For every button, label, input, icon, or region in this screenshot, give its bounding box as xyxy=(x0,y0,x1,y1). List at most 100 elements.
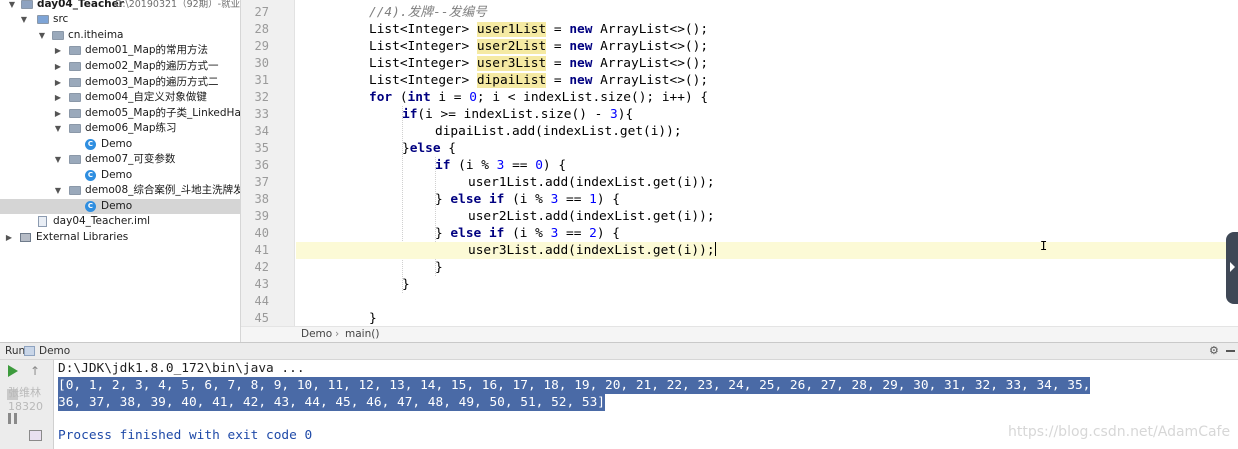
line-number-gutter[interactable]: 27 28 29 30 31 32 33 34 35 36 37 38 39 4… xyxy=(241,0,295,326)
module-folder-icon xyxy=(21,0,33,9)
tree-item-demo06-class[interactable]: C Demo xyxy=(0,137,240,152)
tree-item-label: demo05_Map的子类_LinkedHashMap xyxy=(85,107,241,119)
chevron-down-icon[interactable]: ▼ xyxy=(54,152,62,167)
code-text: } xyxy=(435,260,443,275)
line-number: 30 xyxy=(254,56,269,70)
chevron-right-icon[interactable]: ▶ xyxy=(5,230,13,245)
code-text: List<Integer> user2List = new ArrayList<… xyxy=(369,39,709,54)
chevron-right-icon[interactable]: ▶ xyxy=(54,90,62,105)
code-line[interactable]: } xyxy=(296,276,1238,293)
mouse-ibeam-cursor-icon: I xyxy=(1040,239,1048,253)
code-line[interactable]: dipaiList.add(indexList.get(i)); xyxy=(296,123,1238,140)
breadcrumb-method[interactable]: main() xyxy=(345,327,379,342)
code-text: } else if (i % 3 == 2) { xyxy=(435,226,620,241)
tree-item-label: day04_Teacher.iml xyxy=(53,215,151,227)
code-line[interactable]: for (int i = 0; i < indexList.size(); i+… xyxy=(296,89,1238,106)
line-number: 27 xyxy=(254,5,269,19)
tree-item-demo01[interactable]: ▶ demo01_Map的常用方法 xyxy=(0,43,240,58)
code-line[interactable]: user1List.add(indexList.get(i)); xyxy=(296,174,1238,191)
tree-item-label: Demo xyxy=(101,169,133,181)
run-tool-window-header: Run Demo ⚙ xyxy=(0,342,1238,360)
breadcrumb-separator: › xyxy=(335,328,340,340)
blog-watermark: https://blog.csdn.net/AdamCafe xyxy=(1008,424,1231,440)
chevron-right-icon[interactable]: ▶ xyxy=(54,75,62,90)
tree-item-demo08-class[interactable]: C Demo xyxy=(0,199,240,214)
tree-item-demo08[interactable]: ▼ demo08_综合案例_斗地主洗牌发牌 xyxy=(0,183,241,198)
line-number: 32 xyxy=(254,90,269,104)
code-line[interactable]: List<Integer> dipaiList = new ArrayList<… xyxy=(296,72,1238,89)
minimize-icon[interactable] xyxy=(1226,350,1235,352)
chevron-down-icon[interactable]: ▼ xyxy=(54,121,62,136)
tree-item-demo07[interactable]: ▼ demo07_可变参数 xyxy=(0,152,240,167)
tree-item-label: External Libraries xyxy=(36,231,129,243)
tree-item-package[interactable]: ▼ cn.itheima xyxy=(0,28,240,43)
code-text: if(i >= indexList.size() - 3){ xyxy=(402,107,634,122)
package-icon xyxy=(69,124,81,133)
tree-item-external-libraries[interactable]: ▶ External Libraries xyxy=(0,230,240,245)
code-line[interactable]: if (i % 3 == 0) { xyxy=(296,157,1238,174)
chevron-down-icon[interactable]: ▼ xyxy=(8,0,16,12)
code-line[interactable]: List<Integer> user2List = new ArrayList<… xyxy=(296,38,1238,55)
code-text: user3List.add(indexList.get(i)); xyxy=(468,242,716,258)
console-exit-message: Process finished with exit code 0 xyxy=(58,428,313,443)
pause-icon xyxy=(8,413,11,424)
line-number: 29 xyxy=(254,39,269,53)
tree-item-demo02[interactable]: ▶ demo02_Map的遍历方式一 xyxy=(0,59,240,74)
tree-item-label: demo08_综合案例_斗地主洗牌发牌 xyxy=(85,184,241,196)
code-line[interactable]: List<Integer> user1List = new ArrayList<… xyxy=(296,21,1238,38)
package-icon xyxy=(69,46,81,55)
tree-item-demo05[interactable]: ▶ demo05_Map的子类_LinkedHashMap xyxy=(0,106,241,121)
tree-item-label: cn.itheima xyxy=(68,29,124,41)
tree-item-demo06[interactable]: ▼ demo06_Map练习 xyxy=(0,121,240,136)
gear-icon[interactable]: ⚙ xyxy=(1209,343,1219,359)
layout-icon xyxy=(29,430,42,441)
code-editor[interactable]: 27 28 29 30 31 32 33 34 35 36 37 38 39 4… xyxy=(241,0,1238,326)
rerun-button[interactable] xyxy=(5,363,21,379)
code-text: List<Integer> dipaiList = new ArrayList<… xyxy=(369,73,709,88)
chevron-right-icon[interactable]: ▶ xyxy=(54,106,62,121)
tree-item-src[interactable]: ▼ src xyxy=(0,12,240,27)
tree-item-iml[interactable]: day04_Teacher.iml xyxy=(0,214,240,229)
code-line[interactable]: } else if (i % 3 == 2) { xyxy=(296,225,1238,242)
tree-item-demo04[interactable]: ▶ demo04_自定义对象做键 xyxy=(0,90,240,105)
run-tab-label[interactable]: Run xyxy=(5,343,25,359)
code-line[interactable]: if(i >= indexList.size() - 3){ xyxy=(296,106,1238,123)
current-code-line[interactable]: user3List.add(indexList.get(i)); xyxy=(296,242,1238,259)
scroll-up-button[interactable]: ↑ xyxy=(28,363,44,379)
chevron-down-icon[interactable]: ▼ xyxy=(20,12,28,27)
restore-layout-button[interactable] xyxy=(28,428,44,444)
line-number: 42 xyxy=(254,260,269,274)
tree-item-label: demo07_可变参数 xyxy=(85,153,176,165)
code-line[interactable]: } xyxy=(296,259,1238,276)
tree-item-label: Demo xyxy=(101,138,133,150)
breadcrumb: Demo › main() xyxy=(241,326,1238,342)
code-line[interactable]: }else { xyxy=(296,140,1238,157)
tree-item-module[interactable]: ▼ day04_Teacher D:\20190321（92期）-就业班 xyxy=(0,0,241,12)
chevron-right-icon[interactable]: ▶ xyxy=(54,59,62,74)
breadcrumb-class[interactable]: Demo xyxy=(301,327,332,342)
code-line[interactable]: } xyxy=(296,310,1238,326)
module-path: D:\20190321（92期）-就业班 xyxy=(115,0,241,10)
line-number: 33 xyxy=(254,107,269,121)
tree-item-demo07-class[interactable]: C Demo xyxy=(0,168,240,183)
chevron-down-icon[interactable]: ▼ xyxy=(38,28,46,43)
source-folder-icon xyxy=(37,15,49,24)
tree-item-label: demo04_自定义对象做键 xyxy=(85,91,207,103)
play-icon xyxy=(8,365,18,377)
line-number: 28 xyxy=(254,22,269,36)
code-line[interactable]: user2List.add(indexList.get(i)); xyxy=(296,208,1238,225)
chevron-right-icon[interactable]: ▶ xyxy=(54,43,62,58)
tree-item-demo03[interactable]: ▶ demo03_Map的遍历方式二 xyxy=(0,75,240,90)
side-panel-toggle[interactable] xyxy=(1226,232,1238,304)
code-line[interactable]: List<Integer> user3List = new ArrayList<… xyxy=(296,55,1238,72)
code-line[interactable] xyxy=(296,293,1238,310)
code-line[interactable]: //4).发牌--发编号 xyxy=(296,4,1238,21)
code-line[interactable]: } else if (i % 3 == 1) { xyxy=(296,191,1238,208)
line-number: 36 xyxy=(254,158,269,172)
project-tool-window: ▼ day04_Teacher D:\20190321（92期）-就业班 ▼ s… xyxy=(0,0,241,342)
run-config-name[interactable]: Demo xyxy=(39,343,70,359)
run-config-icon xyxy=(24,346,35,356)
java-class-icon: C xyxy=(85,201,96,212)
library-icon xyxy=(20,233,31,242)
chevron-down-icon[interactable]: ▼ xyxy=(54,183,62,198)
